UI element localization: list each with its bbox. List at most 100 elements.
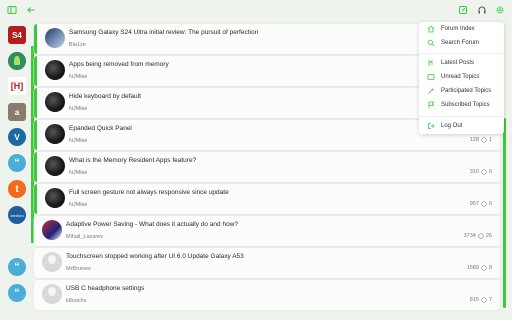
topic-title: Epanded Quick Panel: [69, 125, 132, 132]
view-count: 815: [469, 297, 479, 303]
sidebar-app-forum-quotes-2[interactable]: “: [8, 258, 26, 276]
participated-icon: [428, 88, 434, 94]
home-icon: [427, 25, 435, 33]
app-sidebar: S4 [H] a V “ t xenforo “ “: [0, 20, 34, 320]
topic-author: MrBruises: [66, 266, 91, 272]
topic-author: NJMike: [69, 138, 88, 144]
sidebar-app-forum-a[interactable]: a: [8, 103, 26, 121]
topic-stats: 815 7: [470, 297, 492, 303]
menu-item-label: Search Forum: [441, 40, 480, 46]
sidebar-app-tapatalk[interactable]: t: [8, 180, 26, 198]
topic-title: Apps being removed from memory: [69, 61, 169, 68]
avatar: [45, 156, 65, 176]
menu-item-participated-topics[interactable]: Participated Topics: [419, 84, 504, 98]
sidebar-app-label: S4: [12, 30, 22, 40]
reply-count: 26: [485, 233, 492, 239]
sidebar-toggle-icon[interactable]: [6, 4, 18, 16]
sidebar-app-label: “: [14, 287, 20, 299]
topic-row[interactable]: Full screen gesture not always responsiv…: [34, 184, 500, 214]
sidebar-app-forum-quotes-3[interactable]: “: [8, 284, 26, 302]
menu-item-label: Latest Posts: [441, 60, 475, 66]
replies-icon: [478, 233, 484, 239]
view-count: 3734: [463, 233, 476, 239]
menu-item-latest-posts[interactable]: Latest Posts: [419, 56, 504, 70]
reply-count: 1: [488, 137, 492, 143]
sidebar-app-label: V: [14, 132, 20, 142]
sidebar-app-forum-quotes[interactable]: “: [8, 154, 26, 172]
replies-icon: [481, 137, 487, 143]
topic-stats: 957 6: [470, 201, 492, 207]
view-count: 128: [469, 137, 479, 143]
replies-icon: [481, 297, 487, 303]
reply-count: 6: [488, 201, 492, 207]
avatar: [42, 284, 62, 304]
view-count: 310: [469, 169, 479, 175]
topic-title: Adaptive Power Saving - What does it act…: [66, 221, 238, 228]
replies-icon: [481, 265, 487, 271]
sidebar-app-label: a: [14, 107, 20, 117]
topic-author: NJMike: [69, 74, 88, 80]
avatar: [45, 60, 65, 80]
menu-item-unread-topics[interactable]: Unread Topics: [419, 70, 504, 84]
settings-gear-icon[interactable]: [494, 4, 506, 16]
avatar: [45, 92, 65, 112]
sidebar-app-label: xenforo: [10, 212, 24, 218]
topic-row[interactable]: Adaptive Power Saving - What does it act…: [34, 216, 500, 246]
sidebar-app-hardocp[interactable]: [H]: [8, 77, 26, 95]
sidebar-app-label: “: [14, 157, 20, 169]
topic-stats: 128 1: [470, 137, 492, 143]
topic-row[interactable]: What is the Memory Resident Apps feature…: [34, 152, 500, 182]
menu-item-forum-index[interactable]: Forum Index: [419, 22, 504, 36]
menu-item-log-out[interactable]: Log Out: [419, 119, 504, 133]
reply-count: 8: [488, 265, 492, 271]
topic-title: Touchscreen stopped working after UI 6.0…: [66, 253, 244, 260]
replies-icon: [481, 201, 487, 207]
avatar: [42, 220, 62, 240]
topic-row[interactable]: USB C headphone settings k8oochs 815 7: [34, 280, 500, 310]
reply-count: 7: [488, 297, 492, 303]
topic-author: Mihail_Lazarev: [66, 234, 103, 240]
topic-title: Hide keyboard by default: [69, 93, 141, 100]
topic-stats: 310 6: [470, 169, 492, 175]
replies-icon: [481, 169, 487, 175]
sidebar-app-label: t: [15, 183, 19, 195]
topic-title: Full screen gesture not always responsiv…: [69, 189, 229, 196]
topic-row[interactable]: Touchscreen stopped working after UI 6.0…: [34, 248, 500, 278]
forum-menu-dropdown: Forum Index Search Forum Latest Posts Un…: [419, 22, 504, 134]
top-bar: [0, 0, 512, 20]
sidebar-app-stack[interactable]: S4: [8, 26, 26, 44]
back-arrow-icon[interactable]: [25, 4, 37, 16]
topic-author: NJMike: [69, 202, 88, 208]
topic-author: Bla1ze: [69, 42, 86, 48]
sidebar-app-label: [H]: [10, 81, 24, 91]
flag-icon: [428, 101, 435, 109]
view-count: 1589: [466, 265, 479, 271]
unread-icon: [427, 74, 435, 80]
sidebar-app-forum-v[interactable]: V: [8, 128, 26, 146]
menu-item-subscribed-topics[interactable]: Subscribed Topics: [419, 98, 504, 112]
compose-icon[interactable]: [457, 4, 469, 16]
topic-title: What is the Memory Resident Apps feature…: [69, 157, 197, 164]
sidebar-app-android-forum[interactable]: [8, 52, 26, 70]
menu-item-label: Participated Topics: [441, 88, 492, 94]
menu-item-label: Unread Topics: [441, 74, 480, 80]
sidebar-app-xenforo[interactable]: xenforo: [8, 206, 26, 224]
headphones-icon[interactable]: [476, 4, 488, 16]
list-scrollbar[interactable]: [503, 118, 506, 308]
sidebar-app-label: “: [14, 261, 20, 273]
android-icon: [8, 52, 26, 70]
topic-title: USB C headphone settings: [66, 285, 145, 292]
latest-icon: [428, 60, 433, 66]
menu-item-search-forum[interactable]: Search Forum: [419, 36, 504, 50]
topic-title: Samsung Galaxy S24 Ultra initial review:…: [69, 29, 259, 36]
menu-item-label: Forum Index: [441, 26, 475, 32]
menu-divider: [419, 53, 504, 54]
topic-stats: 3734 26: [464, 233, 492, 239]
avatar: [45, 188, 65, 208]
search-icon: [427, 39, 435, 47]
view-count: 957: [469, 201, 479, 207]
topic-stats: 1589 8: [467, 265, 492, 271]
logout-icon: [428, 123, 435, 129]
topic-author: NJMike: [69, 170, 88, 176]
topic-author: k8oochs: [66, 298, 87, 304]
